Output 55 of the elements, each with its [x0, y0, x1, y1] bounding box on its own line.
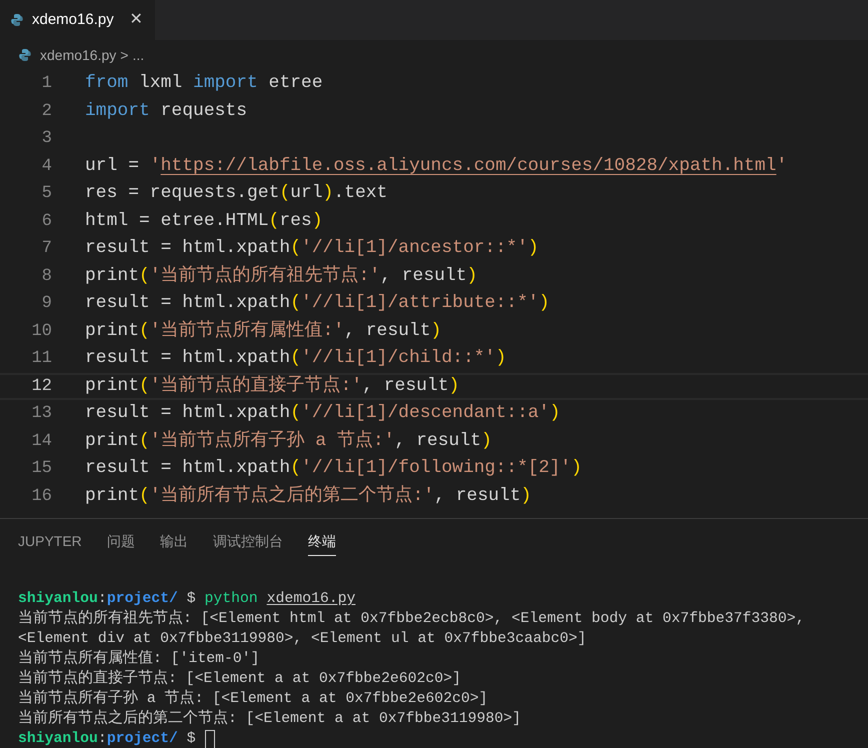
code-line: from lxml import etree [85, 72, 323, 96]
code-line: html = etree.HTML(res) [85, 210, 323, 233]
line-number: 3 [40, 128, 52, 150]
panel-tab[interactable]: 问题 [106, 531, 135, 556]
line-number: 6 [40, 210, 52, 232]
close-icon[interactable]: ✕ [130, 8, 143, 32]
file-type-icon [10, 13, 24, 27]
editor-tab[interactable]: xdemo16.py ✕ [0, 0, 155, 40]
terminal-output-line: <Element div at 0x7fbbe3119980>, <Element ul at 0x7fbbe3caabc0>] [18, 630, 588, 649]
terminal-prompt: shiyanlou:project/ $ [18, 730, 197, 748]
line-number: 10 [30, 320, 52, 342]
line-number: 5 [40, 183, 52, 205]
code-line: print('当前节点所有子孙 a 节点:', result) [85, 429, 492, 453]
breadcrumb-separator: > [120, 46, 128, 64]
code-line: print('当前节点的所有祖先节点:', result) [85, 264, 478, 288]
line-number: 14 [30, 430, 52, 452]
line-number: 12 [30, 376, 52, 398]
panel-tab[interactable]: 调试控制台 [212, 531, 283, 556]
code-line: res = requests.get(url).text [85, 182, 388, 206]
code-line: url = 'https://labfile.oss.aliyuncs.com/courses/10828/xpath.html' [85, 154, 788, 178]
terminal-output-line: 当前节点的直接子节点: [<Element a at 0x7fbbe2e602c0>] [18, 669, 462, 689]
code-line: result = html.xpath('//li[1]/following::*[2]') [85, 457, 582, 480]
line-number: 11 [30, 348, 52, 370]
code-line: result = html.xpath('//li[1]/ancestor::*') [85, 237, 539, 260]
code-line: import requests [85, 100, 248, 123]
line-number: 15 [30, 458, 52, 480]
url-link[interactable]: https://labfile.oss.aliyuncs.com/courses/10828/xpath.html [160, 156, 776, 176]
file-link[interactable]: xdemo16.py [266, 589, 356, 609]
panel-tab[interactable]: 输出 [160, 531, 188, 556]
tab-title: xdemo16.py [32, 10, 114, 30]
code-line: print('当前所有节点之后的第二个节点:', result) [85, 484, 532, 508]
code-line: result = html.xpath('//li[1]/child::*') [85, 347, 506, 370]
code-line: print('当前节点的直接子节点:', result) [85, 374, 460, 398]
line-number: 7 [40, 238, 52, 260]
file-type-icon [18, 48, 32, 62]
line-number: 1 [40, 73, 52, 95]
code-line: print('当前节点所有属性值:', result) [85, 319, 442, 343]
terminal-output-line: 当前节点的所有祖先节点: [<Element html at 0x7fbbe2ecb8c0>, <Element body at 0x7fbbe37f3380>, [18, 609, 806, 629]
terminal-output-line: 当前节点所有子孙 a 节点: [<Element a at 0x7fbbe2e602c0>] [18, 689, 489, 709]
line-number: 4 [40, 156, 52, 178]
terminal-output-line: 当前所有节点之后的第二个节点: [<Element a at 0x7fbbe3119980>] [18, 709, 522, 729]
terminal-cursor [204, 730, 215, 748]
code-line: result = html.xpath('//li[1]/descendant::a') [85, 402, 560, 426]
line-number: 9 [40, 293, 52, 315]
panel-tab[interactable]: JUPYTER [18, 531, 82, 556]
line-number: 8 [40, 266, 52, 288]
terminal-output-line: 当前节点所有属性值: ['item-0'] [18, 649, 261, 669]
code-line: result = html.xpath('//li[1]/attribute::*') [85, 292, 550, 316]
line-number: 13 [30, 403, 52, 425]
breadcrumb-item[interactable]: xdemo16.py [40, 44, 116, 66]
panel-tab[interactable]: 终端 [308, 531, 336, 556]
terminal-prompt: shiyanlou:project/ $ python [18, 590, 259, 609]
line-number: 2 [40, 100, 52, 122]
line-number: 16 [30, 486, 52, 508]
breadcrumb-item[interactable]: ... [132, 44, 144, 66]
